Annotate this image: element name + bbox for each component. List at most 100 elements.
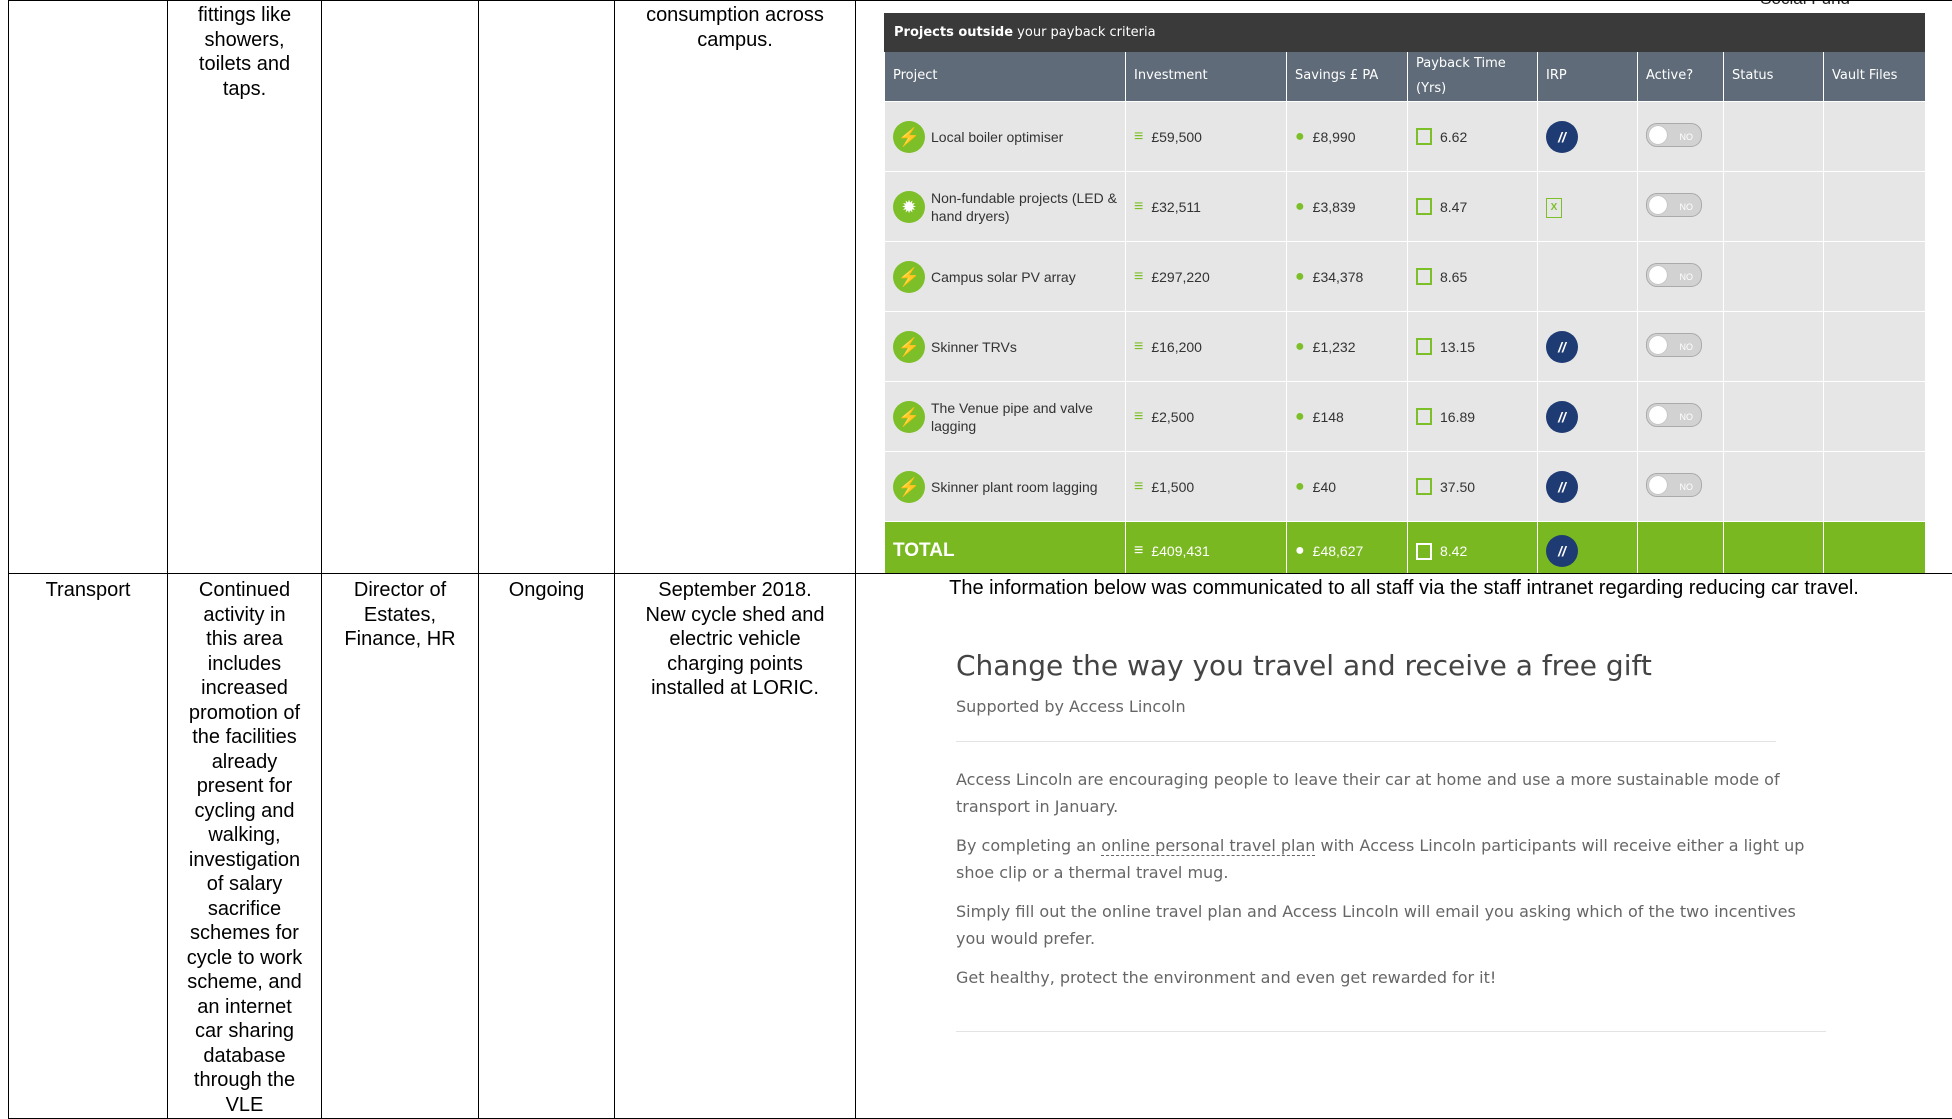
table-cell: ≡ £32,511 <box>1125 171 1287 242</box>
coins-icon: ≡ <box>1134 197 1144 215</box>
travel-notice: Change the way you travel and receive a … <box>956 649 1826 1032</box>
irp-cell <box>1537 241 1638 312</box>
notice-paragraph: By completing an online personal travel … <box>956 832 1826 886</box>
project-row: ⚡ Local boiler optimiser ≡ £59,500 ● £8,990 6.… <box>884 101 1926 172</box>
value-wrap: ● £8,990 <box>1295 128 1399 146</box>
status-cell <box>1723 241 1824 312</box>
value-wrap: ≡ £409,431 <box>1134 542 1278 560</box>
vault-files-cell <box>1823 171 1926 242</box>
divider <box>956 741 1776 742</box>
notice-paragraph: Access Lincoln are encouraging people to… <box>956 770 1780 816</box>
panel-title: Projects outside your payback criteria <box>884 13 1925 52</box>
project-row: ✹ Non-fundable projects (LED & hand dryer… <box>884 171 1926 242</box>
toggle-label: NO <box>1679 411 1694 422</box>
irp-icon[interactable]: // <box>1546 470 1578 503</box>
divider <box>956 1031 1826 1032</box>
cell-value: £59,500 <box>1151 128 1202 145</box>
actions-cell: fittings like showers, toilets and taps. <box>167 0 322 574</box>
timescale-text: Ongoing <box>508 579 585 601</box>
table-cell: ● £34,378 <box>1286 241 1408 312</box>
responsibility-cell: Director of Estates, Finance, HR <box>321 573 479 1119</box>
calendar-icon <box>1416 408 1432 425</box>
calendar-icon <box>1416 478 1432 495</box>
piggy-bank-icon: ● <box>1295 542 1305 559</box>
status-cell <box>1723 311 1824 382</box>
irp-cell: // <box>1537 311 1638 382</box>
toggle-knob <box>1649 265 1667 284</box>
cell-value: £297,220 <box>1151 268 1210 285</box>
excel-file-icon[interactable]: X <box>1546 197 1562 218</box>
notice-text: By completing an <box>956 836 1102 855</box>
cell-value: £34,378 <box>1312 268 1364 285</box>
lightning-icon: ⚡ <box>893 470 925 503</box>
value-wrap: ● £1,232 <box>1295 338 1399 356</box>
project-cell: ⚡ Campus solar PV array <box>884 241 1126 312</box>
calendar-icon <box>1416 542 1432 560</box>
value-wrap: ● £48,627 <box>1295 542 1399 560</box>
value-wrap: 8.42 <box>1416 542 1529 560</box>
cell-value: 8.47 <box>1440 198 1468 215</box>
active-cell: NO <box>1637 101 1724 172</box>
toggle-label: NO <box>1679 271 1694 282</box>
project-cell: ⚡ Skinner TRVs <box>884 311 1126 382</box>
project-cell: ✹ Non-fundable projects (LED & hand dryer… <box>884 171 1126 242</box>
irp-icon[interactable]: // <box>1546 120 1578 153</box>
table-cell: ● £1,232 <box>1286 311 1408 382</box>
project-wrap: ✹ Non-fundable projects (LED & hand dryer… <box>893 189 1117 225</box>
cell-value: £40 <box>1312 478 1337 495</box>
value-wrap: ● £3,839 <box>1295 198 1399 216</box>
lightning-icon: ⚡ <box>893 400 925 433</box>
value-wrap: ≡ £2,500 <box>1134 408 1278 426</box>
project-cell: ⚡ Skinner plant room lagging <box>884 451 1126 522</box>
irp-icon[interactable]: // <box>1546 330 1578 363</box>
cell-value: 8.42 <box>1440 543 1468 559</box>
status-cell <box>1723 171 1824 242</box>
active-toggle[interactable]: NO <box>1646 122 1702 147</box>
evidence-cell: Social Fund Projects outside your paybac… <box>855 0 1952 574</box>
notice-heading: Change the way you travel and receive a … <box>956 649 1652 682</box>
project-name: Skinner plant room lagging <box>931 478 1098 495</box>
column-header: Investment <box>1125 52 1287 102</box>
active-toggle[interactable]: NO <box>1646 472 1702 497</box>
irp-icon[interactable]: // <box>1546 400 1578 433</box>
active-toggle[interactable]: NO <box>1646 332 1702 357</box>
timescale-cell <box>478 0 615 574</box>
irp-icon[interactable]: // <box>1546 535 1578 567</box>
active-toggle[interactable]: NO <box>1646 192 1702 217</box>
value-wrap: ≡ £1,500 <box>1134 478 1278 496</box>
cell-value: £1,232 <box>1312 338 1356 355</box>
project-row: ⚡ The Venue pipe and valve lagging ≡ £2,500… <box>884 381 1926 452</box>
table-row: fittings like showers, toilets and taps.… <box>8 0 1952 574</box>
project-cell: ⚡ Local boiler optimiser <box>884 101 1126 172</box>
vault-files-cell <box>1823 451 1926 522</box>
travel-plan-link[interactable]: online personal travel plan <box>1101 836 1316 856</box>
toggle-knob <box>1649 195 1667 214</box>
cell-value: 16.89 <box>1440 408 1476 425</box>
progress-text: September 2018. New cycle shed and elect… <box>645 579 825 699</box>
value-wrap: 37.50 <box>1416 478 1529 496</box>
irp-cell: // <box>1537 101 1638 172</box>
active-cell: NO <box>1637 311 1724 382</box>
vault-files-cell <box>1823 311 1926 382</box>
irp-cell: X <box>1537 171 1638 242</box>
irp-cell: // <box>1537 521 1638 573</box>
active-toggle[interactable]: NO <box>1646 262 1702 287</box>
cell-value: 6.62 <box>1440 128 1468 145</box>
project-name: Campus solar PV array <box>931 268 1076 285</box>
column-header: Status <box>1723 52 1824 102</box>
value-wrap: ● £34,378 <box>1295 268 1399 286</box>
table-cell: ● £3,839 <box>1286 171 1408 242</box>
total-row: TOTAL ≡ £409,431 ● £48,627 8.42 // <box>884 521 1926 573</box>
project-row: ⚡ Skinner TRVs ≡ £16,200 ● £1,232 13.15 // NO <box>884 311 1926 382</box>
lightning-icon: ⚡ <box>893 260 925 293</box>
cell-value: £409,431 <box>1151 543 1210 559</box>
cell-value: £1,500 <box>1151 478 1195 495</box>
panel-title-rest: your payback criteria <box>1013 25 1156 40</box>
status-cell <box>1723 101 1824 172</box>
column-header: Payback Time (Yrs) <box>1407 52 1538 102</box>
active-toggle[interactable]: NO <box>1646 402 1702 427</box>
coins-icon: ≡ <box>1134 477 1144 495</box>
toggle-label: NO <box>1679 201 1694 212</box>
calendar-icon <box>1416 198 1432 215</box>
project-name: Non-fundable projects (LED & hand dryers… <box>931 189 1117 224</box>
